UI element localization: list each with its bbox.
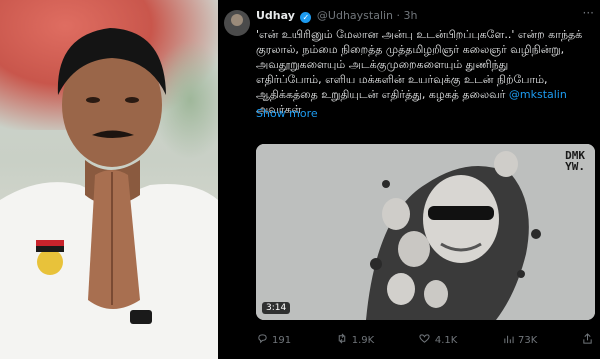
tweet-text-line: அவதூறுகளையும் அடக்குமுறைகளையும் துணிந்து [256, 58, 509, 71]
tweet-card: Udhay ✓ @Udhaystalin · 3h ··· 'என் உயிரி… [218, 0, 600, 359]
reply-count: 191 [272, 334, 292, 346]
like-count: 4.1K [434, 334, 458, 346]
tweet-actions: 191 1.9K 4.1K 73K [256, 333, 594, 347]
like-button[interactable]: 4.1K [419, 333, 457, 347]
tweet-text: 'என் உயிரினும் மேலான அன்பு உடன்பிறப்புகள… [256, 27, 594, 117]
views-count: 73K [518, 334, 538, 346]
show-more-link[interactable]: Show more [256, 107, 318, 120]
share-icon [582, 333, 594, 347]
retweet-button[interactable]: 1.9K [336, 333, 374, 347]
heart-icon [419, 333, 431, 347]
video-thumbnail [256, 144, 595, 320]
reply-button[interactable]: 191 [256, 333, 291, 347]
reply-icon [256, 333, 268, 347]
watermark-line: YW. [565, 160, 585, 173]
dmk-watermark: DMK YW. [565, 150, 585, 172]
video-player[interactable]: DMK YW. 3:14 [256, 144, 595, 320]
author-handle[interactable]: @Udhaystalin [317, 9, 393, 22]
tweet-header: Udhay ✓ @Udhaystalin · 3h [256, 9, 418, 23]
share-button[interactable] [582, 333, 594, 347]
tweet-time[interactable]: 3h [404, 9, 418, 22]
mention-link[interactable]: @mkstalin [509, 88, 567, 101]
tweet-text-line: ஆதிக்கத்தை உறுதியுடன் எதிர்த்து, கழகத் த… [256, 87, 594, 102]
retweet-icon [336, 333, 348, 347]
separator-dot: · [396, 9, 401, 22]
views-button[interactable]: 73K [502, 333, 537, 347]
video-duration: 3:14 [262, 302, 291, 314]
avatar[interactable] [224, 10, 250, 36]
views-icon [502, 333, 514, 347]
author-name[interactable]: Udhay [256, 9, 295, 22]
tweet-text-segment: ஆதிக்கத்தை உறுதியுடன் எதிர்த்து, கழகத் த… [256, 88, 509, 101]
verified-badge-icon: ✓ [300, 12, 312, 23]
tweet-text-line: குரலால், நம்மை நிறைத்த முத்தமிழறிஞர் கலை… [256, 43, 565, 56]
more-options-icon[interactable]: ··· [583, 6, 594, 20]
left-photo [0, 0, 218, 359]
tweet-text-line: 'என் உயிரினும் மேலான அன்பு உடன்பிறப்புகள… [256, 28, 583, 41]
person-photo [0, 28, 218, 359]
tweet-text-line: எதிர்ப்போம், எளிய மக்களின் உயர்வுக்கு உட… [256, 73, 548, 86]
retweet-count: 1.9K [351, 334, 375, 346]
